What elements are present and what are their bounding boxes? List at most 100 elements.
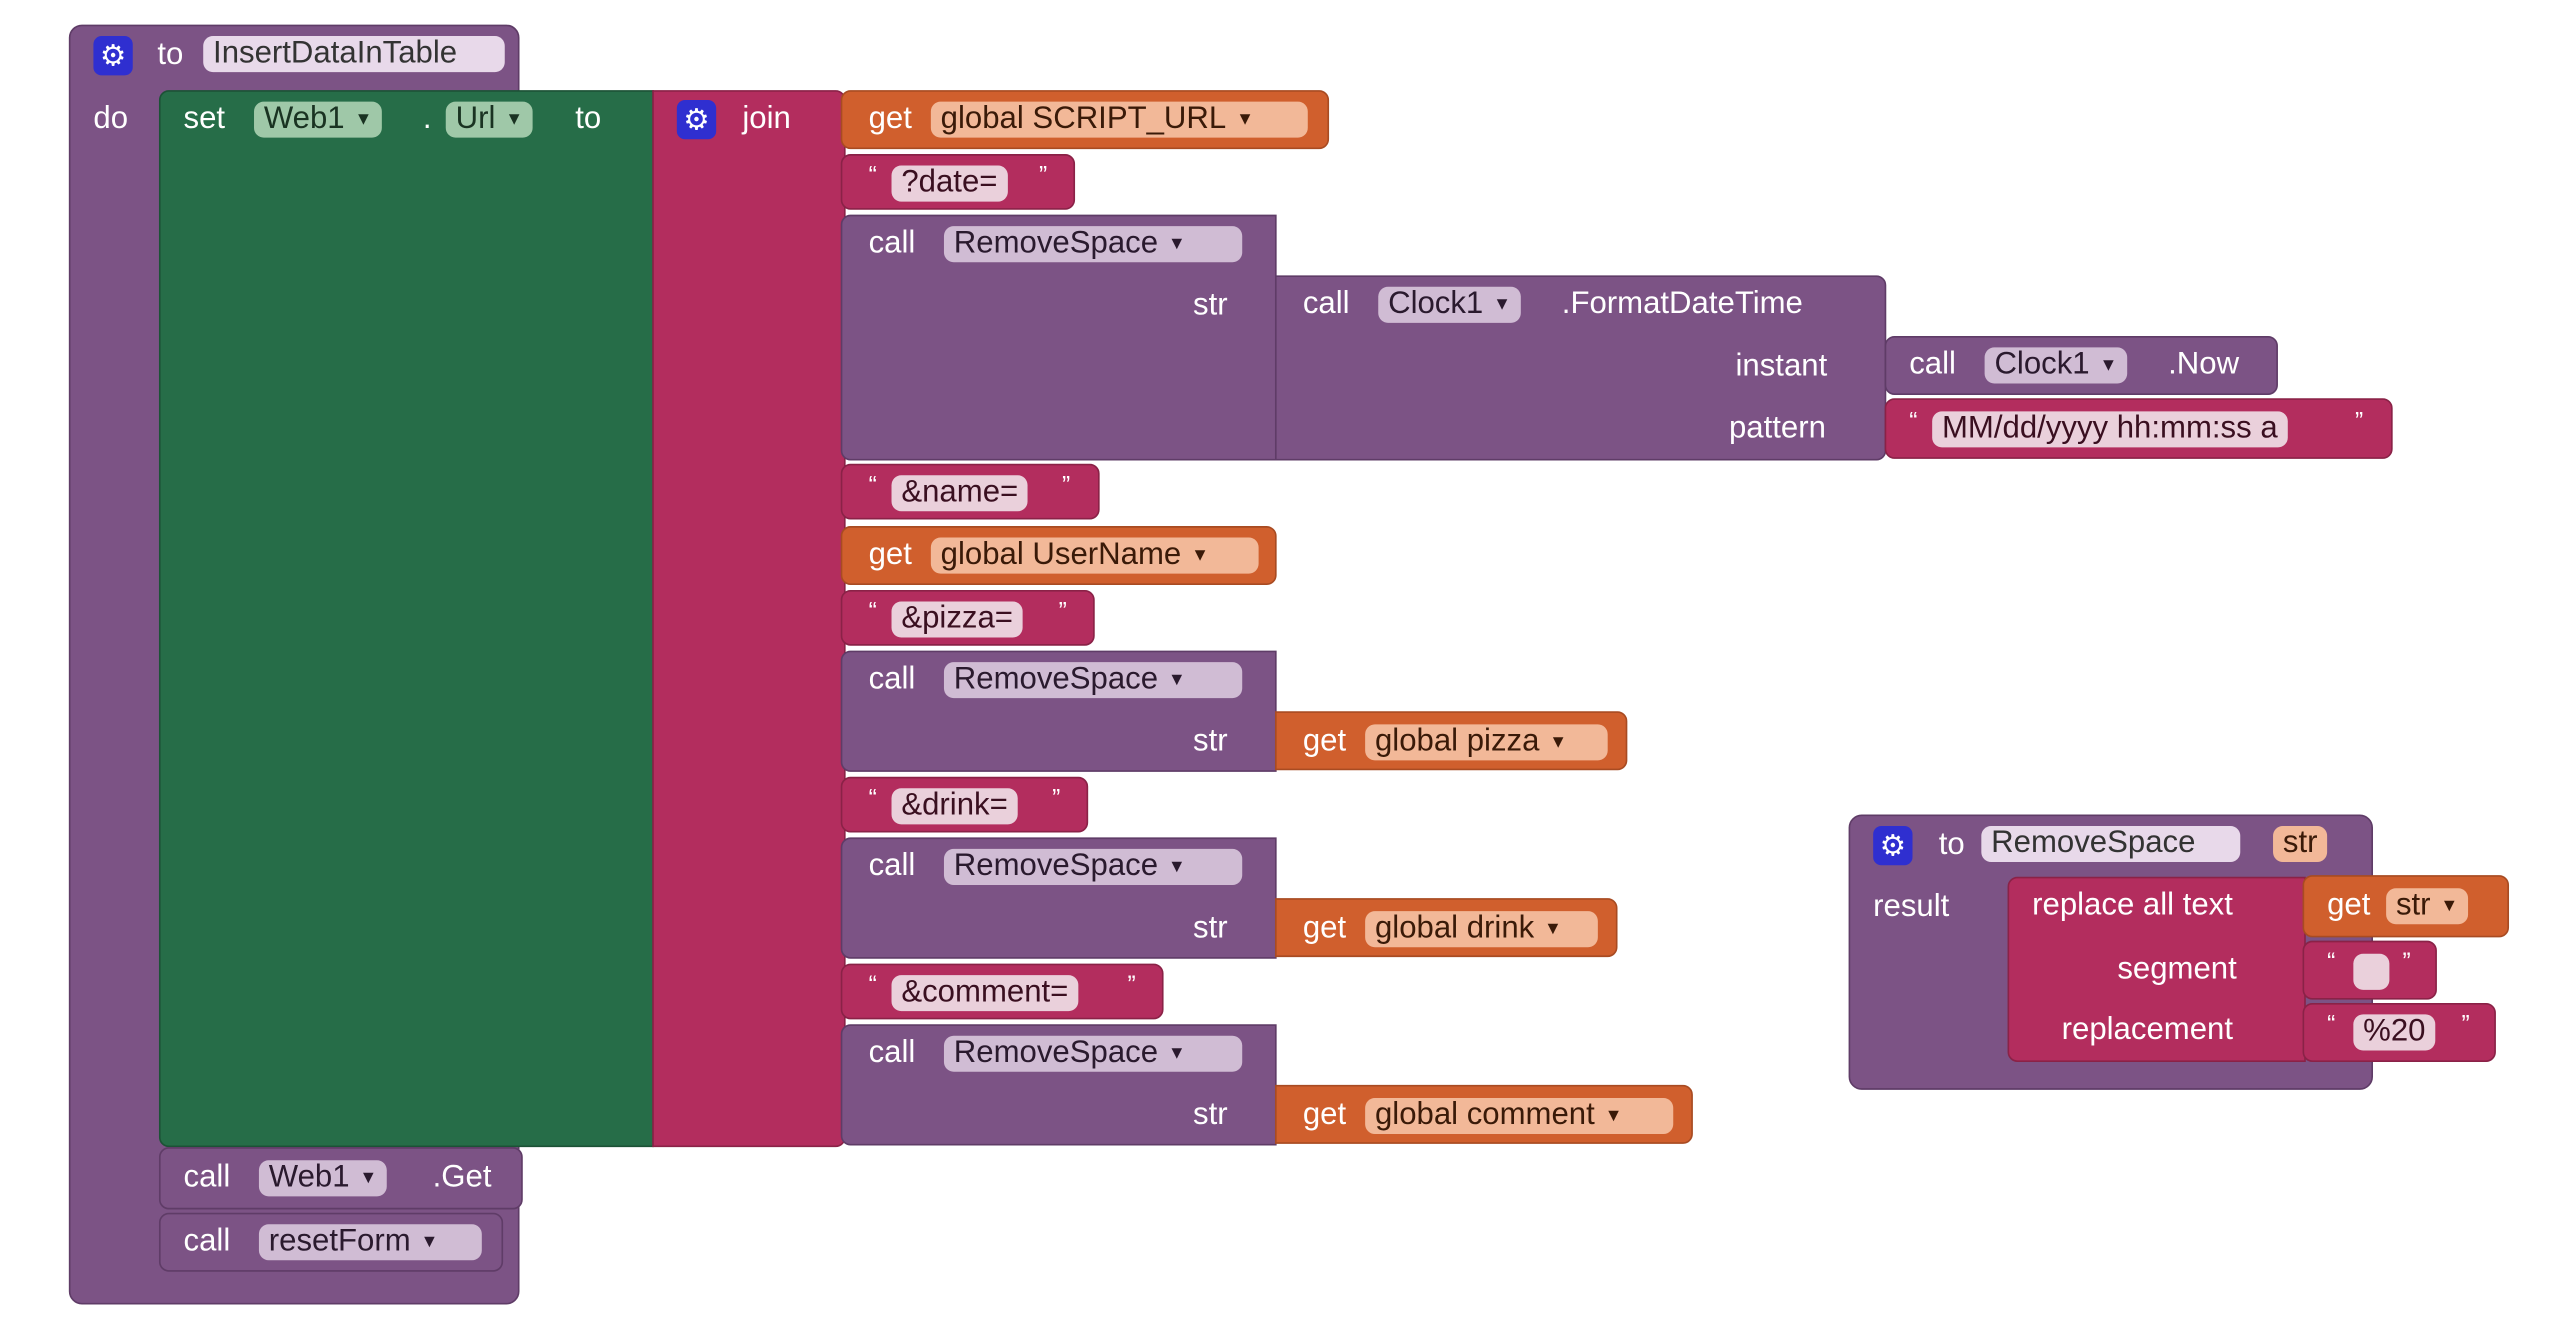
call-reset-form[interactable]: call resetForm ▼	[158, 1212, 504, 1272]
call-remove-space-4[interactable]: call RemoveSpace ▼ str	[840, 1024, 1277, 1146]
chevron-down-icon: ▼	[354, 109, 373, 130]
component-dropdown-web1[interactable]: Web1 ▼	[258, 1160, 388, 1197]
call-web1-get[interactable]: call Web1 ▼ .Get	[158, 1147, 523, 1210]
close-quote-icon: ”	[2402, 948, 2411, 977]
close-quote-icon: ”	[1058, 598, 1067, 627]
text-value-field[interactable]: %20	[2353, 1014, 2436, 1051]
text-pattern[interactable]: “ MM/dd/yyyy hh:mm:ss a ”	[1884, 398, 2393, 459]
procedure-dropdown[interactable]: RemoveSpace ▼	[943, 226, 1243, 263]
call-remove-space-3[interactable]: call RemoveSpace ▼ str	[840, 837, 1277, 959]
to-keyword: to	[575, 101, 602, 137]
procedure-param-str[interactable]: str	[2273, 825, 2328, 863]
close-quote-icon: ”	[1127, 971, 1136, 1000]
procedure-name-field[interactable]: RemoveSpace	[1981, 825, 2241, 863]
get-global-pizza[interactable]: get global pizza ▼	[1274, 711, 1628, 771]
get-keyword: get	[868, 537, 912, 572]
gear-icon[interactable]: ⚙	[93, 36, 133, 76]
get-global-script-url[interactable]: get global SCRIPT_URL ▼	[840, 90, 1330, 150]
procedure-name-field[interactable]: InsertDataInTable	[203, 36, 505, 73]
procedure-keyword-to: to	[1938, 827, 1965, 863]
chevron-down-icon: ▼	[2440, 896, 2459, 917]
close-quote-icon: ”	[2461, 1011, 2470, 1040]
get-global-comment[interactable]: get global comment ▼	[1274, 1084, 1693, 1144]
get-keyword: get	[1302, 911, 1347, 946]
text-comment[interactable]: “ &comment= ”	[840, 963, 1164, 1020]
open-quote-icon: “	[868, 971, 877, 1000]
variable-dropdown[interactable]: global drink ▼	[1365, 911, 1598, 948]
component-dropdown-clock1[interactable]: Clock1 ▼	[1378, 286, 1521, 323]
component-dropdown-clock1[interactable]: Clock1 ▼	[1984, 347, 2128, 384]
chevron-down-icon: ▼	[1167, 857, 1186, 877]
procedure-keyword-do: do	[93, 101, 129, 137]
replacement-label: replacement	[2061, 1012, 2233, 1048]
text-name[interactable]: “ &name= ”	[840, 463, 1100, 520]
call-clock1-format-date-time[interactable]: call Clock1 ▼ .FormatDateTime instant pat…	[1274, 275, 1887, 461]
component-dropdown-web1[interactable]: Web1 ▼	[254, 101, 383, 138]
param-label-pattern: pattern	[1728, 411, 1826, 446]
call-remove-space-2[interactable]: call RemoveSpace ▼ str	[840, 650, 1277, 772]
close-quote-icon: ”	[1039, 162, 1048, 191]
variable-dropdown[interactable]: global pizza ▼	[1365, 724, 1608, 761]
open-quote-icon: “	[2327, 948, 2336, 977]
procedure-dropdown[interactable]: resetForm ▼	[258, 1224, 482, 1261]
set-web1-url-block[interactable]: set Web1 ▼ . Url ▼ to	[158, 90, 654, 1148]
method-get: .Get	[432, 1160, 492, 1195]
close-quote-icon: ”	[1052, 784, 1061, 813]
join-keyword: join	[742, 101, 791, 137]
procedure-dropdown[interactable]: RemoveSpace ▼	[943, 848, 1243, 885]
get-str[interactable]: get str ▼	[2302, 875, 2510, 938]
gear-icon[interactable]: ⚙	[676, 99, 717, 140]
gear-icon[interactable]: ⚙	[1873, 825, 1913, 866]
param-label-instant: instant	[1735, 349, 1828, 384]
blocks-workspace[interactable]: ⚙ to InsertDataInTable do set Web1 ▼ . Ur…	[0, 0, 2550, 1327]
text-value-field[interactable]: &comment=	[891, 975, 1079, 1012]
chevron-down-icon: ▼	[1544, 919, 1562, 940]
get-global-username[interactable]: get global UserName ▼	[840, 526, 1277, 586]
method-now: .Now	[2168, 347, 2240, 382]
text-replacement[interactable]: “ %20 ”	[2302, 1002, 2496, 1062]
text-drink[interactable]: “ &drink= ”	[840, 776, 1089, 833]
call-keyword: call	[868, 848, 916, 884]
get-global-drink[interactable]: get global drink ▼	[1274, 898, 1618, 958]
text-value-field[interactable]: &name=	[891, 475, 1029, 512]
procedure-keyword-to: to	[157, 37, 184, 73]
call-keyword: call	[868, 662, 916, 697]
call-keyword: call	[1302, 286, 1350, 322]
procedure-dropdown[interactable]: RemoveSpace ▼	[943, 1035, 1243, 1072]
text-value-field[interactable]: &drink=	[891, 788, 1018, 825]
get-keyword: get	[1302, 724, 1347, 759]
open-quote-icon: “	[868, 471, 877, 500]
variable-dropdown[interactable]: global comment ▼	[1365, 1098, 1674, 1135]
replace-all-label: replace all text	[2032, 888, 2233, 923]
text-pizza[interactable]: “ &pizza= ”	[840, 589, 1095, 646]
chevron-down-icon: ▼	[1167, 1043, 1186, 1064]
join-block[interactable]: ⚙ join	[652, 90, 846, 1148]
text-segment[interactable]: “ ”	[2302, 940, 2437, 1000]
procedure-dropdown[interactable]: RemoveSpace ▼	[943, 662, 1243, 699]
variable-dropdown[interactable]: str ▼	[2386, 888, 2469, 925]
dot-separator: .	[422, 101, 432, 137]
segment-label: segment	[2117, 952, 2237, 987]
param-label-str: str	[1193, 288, 1228, 323]
variable-dropdown[interactable]: global SCRIPT_URL ▼	[930, 101, 1308, 138]
open-quote-icon: “	[1909, 408, 1918, 436]
call-clock1-now[interactable]: call Clock1 ▼ .Now	[1884, 335, 2278, 395]
property-dropdown-url[interactable]: Url ▼	[445, 101, 533, 138]
result-keyword: result	[1873, 889, 1950, 925]
replace-all-text-block[interactable]: replace all text segment replacement	[2007, 876, 2306, 1062]
variable-dropdown[interactable]: global UserName ▼	[930, 537, 1259, 574]
text-value-field[interactable]: MM/dd/yyyy hh:mm:ss a	[1932, 411, 2288, 448]
text-value-field[interactable]	[2353, 953, 2390, 990]
call-remove-space-1[interactable]: call RemoveSpace ▼ str	[840, 214, 1277, 461]
text-value-field[interactable]: ?date=	[891, 165, 1008, 202]
open-quote-icon: “	[2327, 1011, 2336, 1040]
chevron-down-icon: ▼	[505, 109, 524, 130]
param-label-str: str	[1193, 1098, 1228, 1133]
chevron-down-icon: ▼	[2099, 355, 2118, 376]
call-keyword: call	[868, 226, 916, 261]
text-date[interactable]: “ ?date= ”	[840, 154, 1076, 210]
method-format-date-time: .FormatDateTime	[1561, 286, 1803, 322]
text-value-field[interactable]: &pizza=	[891, 601, 1023, 638]
call-keyword: call	[183, 1224, 231, 1259]
param-label-str: str	[1193, 911, 1228, 946]
